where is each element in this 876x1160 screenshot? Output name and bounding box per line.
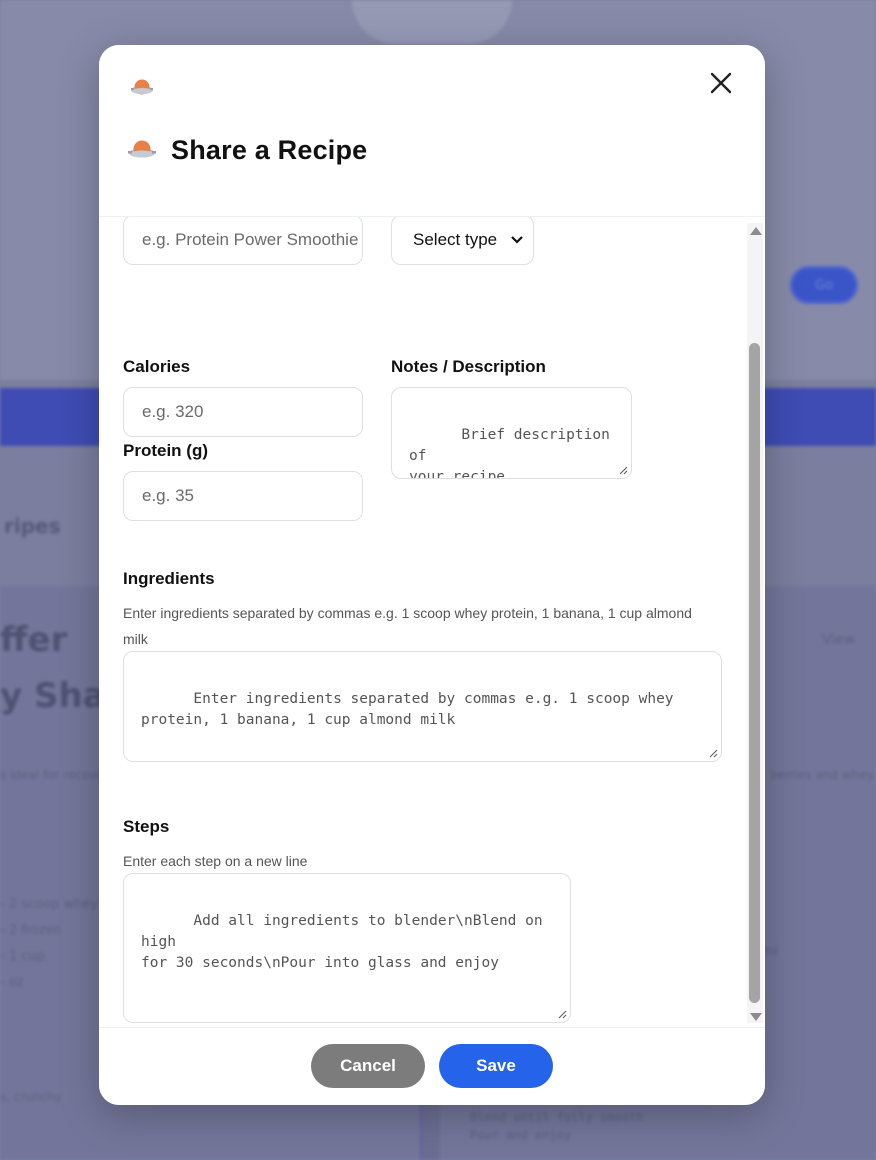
steps-placeholder: Add all ingredients to blender\nBlend on…: [141, 913, 543, 971]
protein-input[interactable]: e.g. 35: [123, 471, 363, 521]
title-row: Share a Recipe: [125, 133, 367, 167]
steps-label: Steps: [123, 817, 170, 836]
bg-go-button: Go: [790, 266, 858, 304]
recipe-pot-icon: [128, 140, 156, 158]
calories-label: Calories: [123, 357, 191, 376]
ingredients-textarea[interactable]: Enter ingredients separated by commas e.…: [123, 651, 722, 762]
ingredients-hint: Enter ingredients separated by commas e.…: [123, 605, 692, 647]
bg-list-item: - 2 scoop whey: [0, 897, 99, 912]
steps-textarea[interactable]: Add all ingredients to blender\nBlend on…: [123, 873, 571, 1023]
scroll-up-arrow-icon[interactable]: [750, 227, 762, 235]
calories-input[interactable]: e.g. 320: [123, 387, 363, 437]
resize-handle-icon[interactable]: [558, 1010, 567, 1019]
resize-handle-icon[interactable]: [709, 749, 718, 758]
steps-hint: Enter each step on a new line: [123, 853, 308, 869]
bg-list-item: - 1 cup: [0, 949, 45, 964]
bg-section-tab: ripes: [4, 514, 61, 538]
modal-title: Share a Recipe: [171, 134, 368, 165]
bg-recipe-title-1: ffer: [0, 620, 68, 660]
modal-header: Share a Recipe: [99, 45, 765, 217]
bg-view-link: View: [822, 632, 856, 648]
modal-footer: Cancel Save: [99, 1027, 765, 1105]
bg-step-line: Pour and enjoy: [470, 1128, 572, 1142]
bg-bottom-left: s, crunchy: [0, 1090, 62, 1104]
resize-handle-icon[interactable]: [619, 466, 628, 475]
bg-list-item: - 2 frozen: [0, 923, 62, 938]
recipe-pot-icon: [127, 73, 157, 103]
ingredients-placeholder: Enter ingredients separated by commas e.…: [141, 691, 674, 728]
bg-desc-right: berries and whey.: [770, 768, 876, 782]
close-button[interactable]: [705, 67, 737, 99]
modal-body[interactable]: e.g. Protein Power Smoothie Select type …: [99, 217, 765, 1027]
bg-list-item: - oz: [0, 975, 24, 990]
type-select-value: Select type: [413, 230, 498, 249]
ingredients-label: Ingredients: [123, 569, 215, 588]
bg-logo: [352, 0, 512, 44]
bg-divider: [420, 1100, 440, 1160]
bg-step-line: Blend until fully smooth: [470, 1110, 644, 1124]
protein-label: Protein (g): [123, 441, 208, 460]
notes-placeholder: Brief description of your recipe...: [409, 427, 610, 479]
scroll-down-arrow-icon[interactable]: [750, 1013, 762, 1021]
save-button[interactable]: Save: [439, 1044, 553, 1088]
bg-recipe-title-2: y Sha: [0, 676, 106, 716]
type-select[interactable]: Select type: [391, 217, 534, 265]
notes-textarea[interactable]: Brief description of your recipe...: [391, 387, 632, 479]
notes-label: Notes / Description: [391, 357, 546, 376]
modal-scrollbar[interactable]: [747, 223, 763, 1023]
cancel-button[interactable]: Cancel: [311, 1044, 425, 1088]
share-recipe-modal: Share a Recipe e.g. Protein Power Smooth…: [99, 45, 765, 1105]
close-icon: [710, 72, 732, 94]
recipe-name-input[interactable]: e.g. Protein Power Smoothie: [123, 217, 363, 265]
scrollbar-thumb[interactable]: [749, 343, 760, 1003]
bg-ingredient-list: - 2 scoop whey - 2 frozen - 1 cup - oz: [0, 892, 98, 996]
bg-bottom-right: Blend until fully smooth Pour and enjoy: [470, 1108, 643, 1144]
chevron-down-icon: [511, 236, 523, 244]
